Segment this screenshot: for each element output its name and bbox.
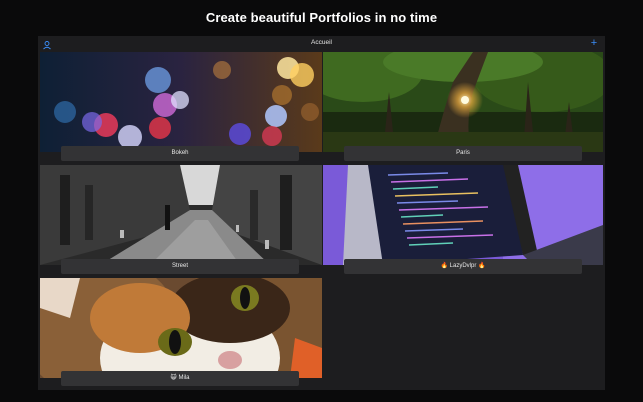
navigation-bar: Accueil + xyxy=(38,36,605,52)
portfolio-card-mila[interactable] xyxy=(40,278,322,378)
card-title-bokeh: Bokeh xyxy=(61,146,299,161)
card-title-street: Street xyxy=(61,259,299,274)
forest-photo xyxy=(323,52,603,152)
portfolio-card-street[interactable] xyxy=(40,165,322,265)
portfolio-card-bokeh[interactable] xyxy=(40,52,322,152)
app-window: Accueil + Bokeh Paris Street 🔥 LazyDvlpr… xyxy=(38,36,605,390)
cat-photo xyxy=(40,278,322,378)
street-photo xyxy=(40,165,322,265)
plus-icon[interactable]: + xyxy=(589,38,599,49)
portfolio-card-lazydvlpr[interactable] xyxy=(323,165,603,265)
page-title: Accueil xyxy=(311,39,332,46)
card-title-paris: Paris xyxy=(344,146,582,161)
card-title-lazydvlpr: 🔥 LazyDvlpr 🔥 xyxy=(344,259,582,274)
bokeh-photo xyxy=(40,52,322,152)
card-title-mila: 😺 Mila xyxy=(61,371,299,386)
portfolio-card-paris[interactable] xyxy=(323,52,603,152)
laptop-code-photo xyxy=(323,165,603,265)
marketing-headline: Create beautiful Portfolios in no time xyxy=(205,10,438,25)
